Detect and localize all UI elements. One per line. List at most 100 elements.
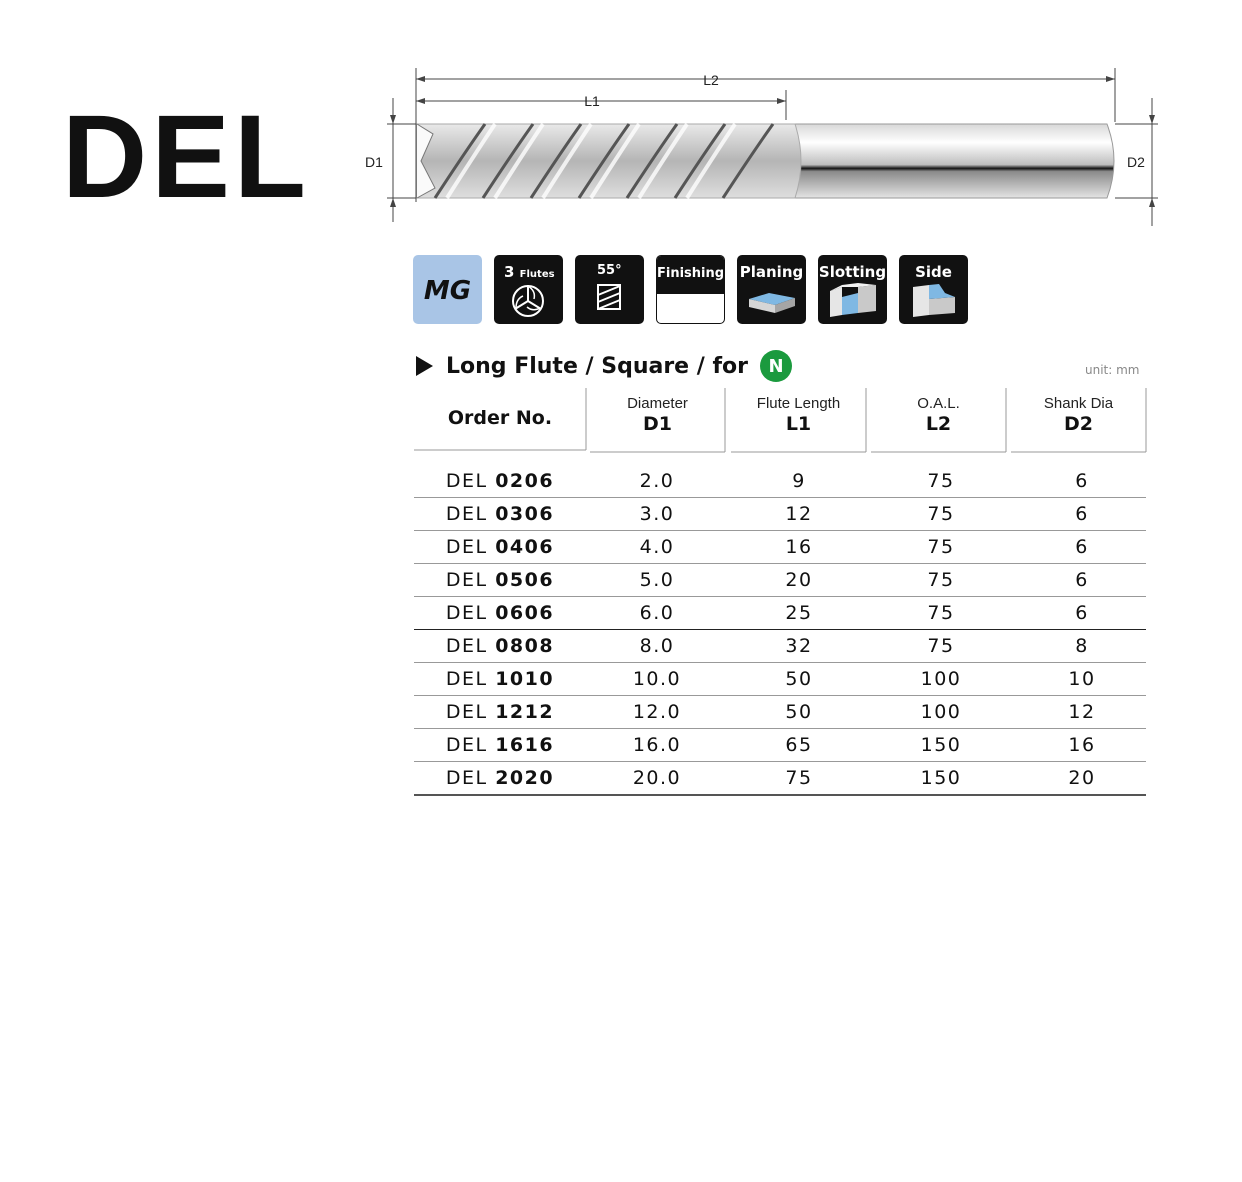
slotting-icon xyxy=(830,283,876,317)
oal-cell: 100 xyxy=(920,668,962,690)
mg-grade-badge: MG xyxy=(413,255,482,324)
dim-l2-label: L2 xyxy=(703,72,719,88)
table-row: DEL 2020 20.0 75 150 20 xyxy=(414,762,1146,796)
order-code: 0406 xyxy=(495,536,555,558)
order-code: 0206 xyxy=(495,470,555,492)
flute-length-cell: 75 xyxy=(785,767,813,789)
table-row: DEL 0506 5.0 20 75 6 xyxy=(414,564,1146,597)
flute-length-cell: 65 xyxy=(785,734,813,756)
order-no-cell: DEL 1010 xyxy=(414,668,586,690)
oal-cell: 75 xyxy=(927,536,955,558)
mg-label: MG xyxy=(423,276,472,306)
diameter-cell: 5.0 xyxy=(639,569,675,591)
helix-angle-badge: 55° xyxy=(575,255,644,324)
oal-cell: 75 xyxy=(927,635,955,657)
order-prefix: DEL xyxy=(445,602,488,624)
flute-length-cell: 12 xyxy=(785,503,813,525)
section-title: Long Flute / Square / for N xyxy=(416,350,792,382)
order-code: 0808 xyxy=(495,635,555,657)
header-rules xyxy=(414,388,1147,453)
order-prefix: DEL xyxy=(445,767,488,789)
table-row: DEL 1616 16.0 65 150 16 xyxy=(414,729,1146,762)
helix-angle-icon xyxy=(597,284,621,310)
shank-dia-cell: 6 xyxy=(1075,602,1089,624)
shank-dia-cell: 8 xyxy=(1075,635,1089,657)
table-row: DEL 0808 8.0 32 75 8 xyxy=(414,630,1146,663)
flute-length-cell: 50 xyxy=(785,701,813,723)
flute-length-cell: 9 xyxy=(792,470,806,492)
table-row: DEL 0606 6.0 25 75 6 xyxy=(414,597,1146,630)
oal-cell: 75 xyxy=(927,470,955,492)
table-row: DEL 0306 3.0 12 75 6 xyxy=(414,498,1146,531)
oal-cell: 150 xyxy=(920,767,962,789)
order-code: 0606 xyxy=(495,602,555,624)
oal-cell: 75 xyxy=(927,503,955,525)
order-no-cell: DEL 0206 xyxy=(414,470,586,492)
flutes-badge: 3 Flutes xyxy=(494,255,563,324)
shank-dia-cell: 6 xyxy=(1075,569,1089,591)
diameter-cell: 4.0 xyxy=(639,536,675,558)
shank-dia-cell: 16 xyxy=(1068,734,1096,756)
order-prefix: DEL xyxy=(445,569,488,591)
oal-cell: 75 xyxy=(927,569,955,591)
dim-d2-label: D2 xyxy=(1127,154,1145,170)
side-badge: Side xyxy=(899,255,968,324)
dim-l1-label: L1 xyxy=(584,93,600,109)
shank-dia-cell: 6 xyxy=(1075,536,1089,558)
table-row: DEL 0406 4.0 16 75 6 xyxy=(414,531,1146,564)
section-title-text: Long Flute / Square / for xyxy=(446,353,748,379)
side-milling-icon xyxy=(913,284,955,317)
order-prefix: DEL xyxy=(445,701,488,723)
table-row: DEL 1010 10.0 50 100 10 xyxy=(414,663,1146,696)
finishing-badge: Finishing xyxy=(656,255,725,324)
diameter-cell: 3.0 xyxy=(639,503,675,525)
flute-length-cell: 25 xyxy=(785,602,813,624)
order-code: 0306 xyxy=(495,503,555,525)
order-no-cell: DEL 0306 xyxy=(414,503,586,525)
flute-length-cell: 50 xyxy=(785,668,813,690)
order-code: 1010 xyxy=(495,668,555,690)
diameter-cell: 10.0 xyxy=(632,668,682,690)
order-prefix: DEL xyxy=(445,503,488,525)
triangle-bullet-icon xyxy=(416,356,433,376)
slotting-badge: Slotting xyxy=(818,255,887,324)
order-prefix: DEL xyxy=(445,668,488,690)
material-badge: N xyxy=(759,350,792,382)
diameter-cell: 16.0 xyxy=(632,734,682,756)
diameter-cell: 20.0 xyxy=(632,767,682,789)
planing-icon xyxy=(749,293,795,313)
flute-length-cell: 20 xyxy=(785,569,813,591)
shank-dia-cell: 12 xyxy=(1068,701,1096,723)
order-no-cell: DEL 0506 xyxy=(414,569,586,591)
order-no-cell: DEL 0406 xyxy=(414,536,586,558)
oal-cell: 150 xyxy=(920,734,962,756)
table-row: DEL 0206 2.0 9 75 6 xyxy=(414,465,1146,498)
unit-label: unit: mm xyxy=(1085,363,1140,377)
tool-drawing: L2 L1 D1 D2 xyxy=(365,68,1158,226)
order-no-cell: DEL 0606 xyxy=(414,602,586,624)
finishing-label: Finishing xyxy=(657,266,725,281)
order-code: 1616 xyxy=(495,734,555,756)
order-code: 0506 xyxy=(495,569,555,591)
planing-badge: Planing xyxy=(737,255,806,324)
diameter-cell: 12.0 xyxy=(632,701,682,723)
order-no-cell: DEL 1212 xyxy=(414,701,586,723)
order-prefix: DEL xyxy=(445,470,488,492)
shank-dia-cell: 6 xyxy=(1075,503,1089,525)
order-no-cell: DEL 0808 xyxy=(414,635,586,657)
oal-cell: 100 xyxy=(920,701,962,723)
order-code: 1212 xyxy=(495,701,555,723)
diameter-cell: 2.0 xyxy=(639,470,675,492)
flute-length-cell: 32 xyxy=(785,635,813,657)
product-title: DEL xyxy=(62,91,310,223)
order-prefix: DEL xyxy=(445,536,488,558)
flute-length-cell: 16 xyxy=(785,536,813,558)
three-flute-icon xyxy=(512,285,544,317)
diameter-cell: 8.0 xyxy=(639,635,675,657)
shank-dia-cell: 10 xyxy=(1068,668,1096,690)
order-code: 2020 xyxy=(495,767,555,789)
order-prefix: DEL xyxy=(445,734,488,756)
product-table: DEL 0206 2.0 9 75 6 DEL 0306 3.0 12 75 6 DEL 0406 4… xyxy=(414,465,1146,796)
order-no-cell: DEL 2020 xyxy=(414,767,586,789)
dim-d1-label: D1 xyxy=(365,154,383,170)
